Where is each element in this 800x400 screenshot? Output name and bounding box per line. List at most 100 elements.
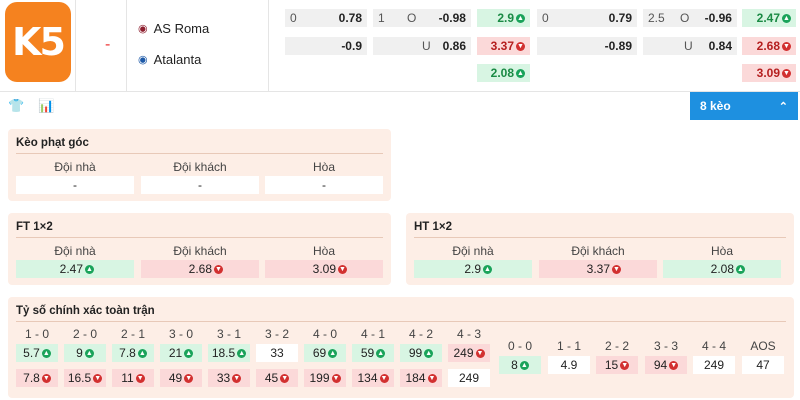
odds-value: 33 [216, 371, 231, 385]
shirt-icon[interactable]: 👕 [8, 98, 24, 114]
score-odds-box[interactable]: 47 [742, 356, 784, 374]
odds-cell-down[interactable]: 2.68 ▼ [742, 37, 796, 55]
score-odds-box[interactable]: 49 ▼ [160, 369, 202, 387]
odds-cell[interactable]: 0 0.78 [285, 9, 367, 27]
score-odds-box[interactable]: 7.8 ▲ [112, 344, 154, 362]
odds-value: 21 [168, 346, 183, 360]
odds-value: 15 [604, 358, 619, 372]
odds-cell[interactable]: U 0.86 [373, 37, 471, 55]
arrow-down-icon: ▼ [620, 360, 630, 370]
score-odds-box[interactable]: 7.8 ▼ [16, 369, 58, 387]
arrow-down-icon: ▼ [331, 373, 341, 383]
arrow-up-icon: ▲ [782, 13, 791, 23]
score-header: 4 - 1 [360, 327, 385, 341]
odds-cell[interactable]: 2.5 O -0.96 [643, 9, 737, 27]
divider [75, 0, 76, 92]
score-odds-box[interactable]: 69 ▲ [304, 344, 346, 362]
score-odds-box[interactable]: 184 ▼ [400, 369, 442, 387]
odds-value: 0.84 [708, 39, 732, 53]
odds-cell[interactable]: U 0.84 [643, 37, 737, 55]
score-odds-box[interactable]: 249 ▼ [448, 344, 490, 362]
panel-title: HT 1×2 [414, 221, 453, 233]
correct-score-panel: Tỷ số chính xác toàn trận 1 - 0 5.7 ▲ 7.8 ▼ 2… [8, 297, 794, 398]
odds-box[interactable]: - [265, 176, 383, 194]
odds-cell-up[interactable]: 2.9 ▲ [477, 9, 530, 27]
odds-value: 5.7 [23, 346, 40, 360]
divider [268, 0, 269, 92]
odds-value: 94 [653, 358, 668, 372]
arrow-down-icon: ▼ [184, 373, 194, 383]
score-header: 1 - 1 [556, 339, 581, 353]
score-odds-box[interactable]: 33 ▼ [208, 369, 250, 387]
score-odds-box[interactable]: 99 ▲ [400, 344, 442, 362]
score-odds-box[interactable]: 5.7 ▲ [16, 344, 58, 362]
away-team[interactable]: ◉ Atalanta [138, 52, 201, 67]
score-odds-box[interactable]: 249 [693, 356, 735, 374]
col-header: Đội khách [173, 244, 227, 258]
odds-cell-down[interactable]: 3.37 ▼ [477, 37, 530, 55]
odds-value: 8 [511, 358, 518, 372]
odds-value: 2.9 [497, 11, 514, 25]
score-odds-box[interactable]: 249 [448, 369, 490, 387]
home-team[interactable]: ◉ AS Roma [138, 21, 209, 36]
score-odds-box[interactable]: 21 ▲ [160, 344, 202, 362]
odds-cell-up[interactable]: 2.47 ▲ [742, 9, 796, 27]
score-odds-box[interactable]: 94 ▼ [645, 356, 687, 374]
under-label: U [422, 39, 431, 53]
arrow-down-icon: ▼ [41, 373, 51, 383]
odds-box-down[interactable]: 3.09 ▼ [265, 260, 383, 278]
score-odds-box[interactable]: 11 ▼ [112, 369, 154, 387]
score-odds-box[interactable]: 8 ▲ [499, 356, 541, 374]
odds-box-up[interactable]: 2.9 ▲ [414, 260, 532, 278]
odds-cell[interactable]: -0.89 [537, 37, 637, 55]
odds-value: 45 [264, 371, 279, 385]
divider [414, 237, 786, 238]
score-odds-box[interactable]: 33 [256, 344, 298, 362]
odds-box[interactable]: - [16, 176, 134, 194]
score-header: 2 - 0 [72, 327, 97, 341]
score-odds-box[interactable]: 199 ▼ [304, 369, 346, 387]
odds-value: 249 [453, 346, 474, 360]
odds-box[interactable]: - [141, 176, 259, 194]
odds-box-down[interactable]: 3.37 ▼ [539, 260, 657, 278]
odds-cell[interactable]: 1 O -0.98 [373, 9, 471, 27]
arrow-down-icon: ▼ [612, 264, 621, 274]
odds-value: 3.09 [312, 262, 336, 276]
odds-box-down[interactable]: 2.68 ▼ [141, 260, 259, 278]
score-odds-box[interactable]: 134 ▼ [352, 369, 394, 387]
col-header: Đội nhà [54, 244, 96, 258]
odds-value: 7.8 [23, 371, 40, 385]
chevron-up-icon: ⌃ [778, 100, 788, 113]
score-odds-box[interactable]: 18.5 ▲ [208, 344, 250, 362]
panel-title: Kèo phạt góc [16, 137, 89, 149]
arrow-down-icon: ▼ [232, 373, 242, 383]
score-odds-box[interactable]: 45 ▼ [256, 369, 298, 387]
score-odds-box[interactable]: 15 ▼ [596, 356, 638, 374]
score-odds-box[interactable]: 9 ▲ [64, 344, 106, 362]
arrow-up-icon: ▲ [376, 348, 386, 358]
odds-value: 199 [309, 371, 330, 385]
odds-box-up[interactable]: 2.47 ▲ [16, 260, 134, 278]
score-odds-box[interactable]: 59 ▲ [352, 344, 394, 362]
panel-title: Tỷ số chính xác toàn trận [16, 305, 155, 317]
arrow-down-icon: ▼ [782, 41, 791, 51]
chart-icon[interactable]: 📊 [38, 98, 54, 114]
arrow-down-icon: ▼ [669, 360, 679, 370]
odds-cell-down[interactable]: 3.09 ▼ [742, 64, 796, 82]
keo-count-label: 8 kèo [700, 99, 731, 113]
odds-cell[interactable]: -0.9 [285, 37, 367, 55]
odds-value: 11 [121, 371, 134, 385]
score-odds-box[interactable]: 16.5 ▼ [64, 369, 106, 387]
odds-box-up[interactable]: 2.08 ▲ [663, 260, 781, 278]
over-label: O [406, 11, 417, 25]
score-separator: - [105, 36, 111, 53]
odds-value: -0.98 [438, 11, 466, 25]
atalanta-crest-icon: ◉ [138, 54, 148, 66]
odds-cell[interactable]: 0 0.79 [537, 9, 637, 27]
arrow-up-icon: ▲ [736, 264, 745, 274]
score-odds-box[interactable]: 4.9 [548, 356, 590, 374]
arrow-up-icon: ▲ [84, 348, 94, 358]
score-header: 3 - 3 [653, 339, 678, 353]
odds-cell-up[interactable]: 2.08 ▲ [477, 64, 530, 82]
keo-toggle-button[interactable]: 8 kèo ⌃ [690, 92, 798, 120]
